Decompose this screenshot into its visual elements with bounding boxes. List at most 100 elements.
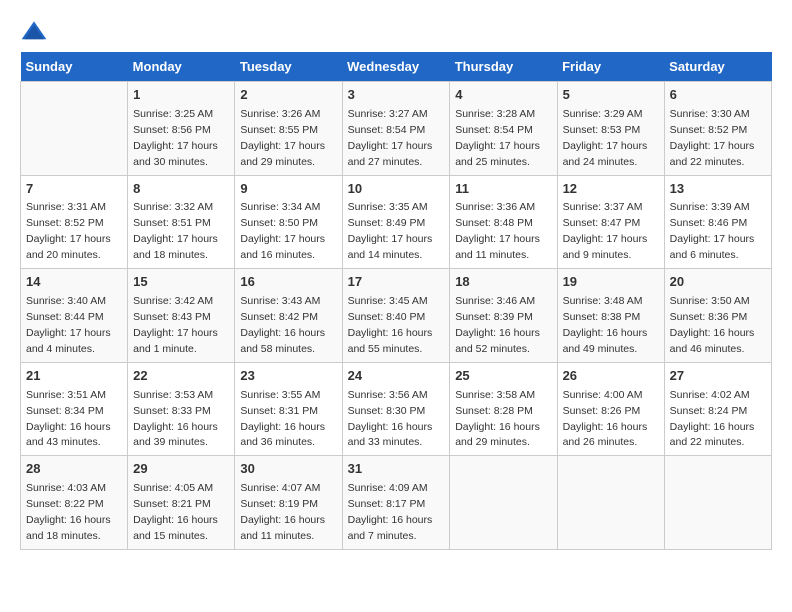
day-info: Sunrise: 3:30 AM Sunset: 8:52 PM Dayligh… [670, 108, 755, 168]
calendar-cell: 28 Sunrise: 4:03 AM Sunset: 8:22 PM Dayli… [21, 456, 128, 550]
header-sunday: Sunday [21, 52, 128, 82]
day-number: 21 [26, 367, 122, 386]
day-info: Sunrise: 3:50 AM Sunset: 8:36 PM Dayligh… [670, 295, 755, 355]
calendar-cell: 31 Sunrise: 4:09 AM Sunset: 8:17 PM Dayli… [342, 456, 450, 550]
day-info: Sunrise: 3:25 AM Sunset: 8:56 PM Dayligh… [133, 108, 218, 168]
day-number: 12 [563, 180, 659, 199]
day-number: 26 [563, 367, 659, 386]
day-info: Sunrise: 3:46 AM Sunset: 8:39 PM Dayligh… [455, 295, 540, 355]
day-info: Sunrise: 3:55 AM Sunset: 8:31 PM Dayligh… [240, 389, 325, 449]
calendar-cell: 21Sunrise: 3:51 AM Sunset: 8:34 PM Dayli… [21, 362, 128, 456]
calendar-cell: 10 Sunrise: 3:35 AM Sunset: 8:49 PM Dayli… [342, 175, 450, 269]
calendar-cell: 16 Sunrise: 3:43 AM Sunset: 8:42 PM Dayli… [235, 269, 342, 363]
header-tuesday: Tuesday [235, 52, 342, 82]
calendar-cell: 11 Sunrise: 3:36 AM Sunset: 8:48 PM Dayli… [450, 175, 557, 269]
day-number: 30 [240, 460, 336, 479]
day-number: 9 [240, 180, 336, 199]
day-number: 13 [670, 180, 766, 199]
calendar-cell: 6 Sunrise: 3:30 AM Sunset: 8:52 PM Daylig… [664, 82, 771, 176]
day-info: Sunrise: 3:39 AM Sunset: 8:46 PM Dayligh… [670, 201, 755, 261]
day-number: 5 [563, 86, 659, 105]
day-info: Sunrise: 3:40 AM Sunset: 8:44 PM Dayligh… [26, 295, 111, 355]
calendar-cell: 3Sunrise: 3:27 AM Sunset: 8:54 PM Daylig… [342, 82, 450, 176]
calendar-header-row: SundayMondayTuesdayWednesdayThursdayFrid… [21, 52, 772, 82]
calendar-cell: 29 Sunrise: 4:05 AM Sunset: 8:21 PM Dayli… [128, 456, 235, 550]
day-number: 31 [348, 460, 445, 479]
calendar-cell: 25 Sunrise: 3:58 AM Sunset: 8:28 PM Dayli… [450, 362, 557, 456]
day-number: 17 [348, 273, 445, 292]
calendar-cell: 7 Sunrise: 3:31 AM Sunset: 8:52 PM Daylig… [21, 175, 128, 269]
day-info: Sunrise: 4:00 AM Sunset: 8:26 PM Dayligh… [563, 389, 648, 449]
day-info: Sunrise: 3:43 AM Sunset: 8:42 PM Dayligh… [240, 295, 325, 355]
calendar-cell: 14 Sunrise: 3:40 AM Sunset: 8:44 PM Dayli… [21, 269, 128, 363]
day-number: 28 [26, 460, 122, 479]
calendar-cell: 8 Sunrise: 3:32 AM Sunset: 8:51 PM Daylig… [128, 175, 235, 269]
day-number: 11 [455, 180, 551, 199]
header-thursday: Thursday [450, 52, 557, 82]
day-info: Sunrise: 3:35 AM Sunset: 8:49 PM Dayligh… [348, 201, 433, 261]
day-number: 20 [670, 273, 766, 292]
day-number: 25 [455, 367, 551, 386]
week-row-2: 7 Sunrise: 3:31 AM Sunset: 8:52 PM Daylig… [21, 175, 772, 269]
calendar-cell: 30 Sunrise: 4:07 AM Sunset: 8:19 PM Dayli… [235, 456, 342, 550]
header-wednesday: Wednesday [342, 52, 450, 82]
calendar-cell: 20 Sunrise: 3:50 AM Sunset: 8:36 PM Dayli… [664, 269, 771, 363]
calendar-cell: 19 Sunrise: 3:48 AM Sunset: 8:38 PM Dayli… [557, 269, 664, 363]
day-number: 7 [26, 180, 122, 199]
day-info: Sunrise: 3:32 AM Sunset: 8:51 PM Dayligh… [133, 201, 218, 261]
day-number: 15 [133, 273, 229, 292]
week-row-3: 14 Sunrise: 3:40 AM Sunset: 8:44 PM Dayli… [21, 269, 772, 363]
header-friday: Friday [557, 52, 664, 82]
calendar-cell: 15 Sunrise: 3:42 AM Sunset: 8:43 PM Dayli… [128, 269, 235, 363]
day-info: Sunrise: 3:37 AM Sunset: 8:47 PM Dayligh… [563, 201, 648, 261]
calendar-cell: 12 Sunrise: 3:37 AM Sunset: 8:47 PM Dayli… [557, 175, 664, 269]
calendar-cell: 23 Sunrise: 3:55 AM Sunset: 8:31 PM Dayli… [235, 362, 342, 456]
day-info: Sunrise: 4:09 AM Sunset: 8:17 PM Dayligh… [348, 482, 433, 542]
calendar-cell [664, 456, 771, 550]
day-info: Sunrise: 4:07 AM Sunset: 8:19 PM Dayligh… [240, 482, 325, 542]
calendar-cell: 17 Sunrise: 3:45 AM Sunset: 8:40 PM Dayli… [342, 269, 450, 363]
day-number: 22 [133, 367, 229, 386]
week-row-5: 28 Sunrise: 4:03 AM Sunset: 8:22 PM Dayli… [21, 456, 772, 550]
calendar-cell: 13 Sunrise: 3:39 AM Sunset: 8:46 PM Dayli… [664, 175, 771, 269]
day-info: Sunrise: 3:29 AM Sunset: 8:53 PM Dayligh… [563, 108, 648, 168]
day-number: 24 [348, 367, 445, 386]
calendar-cell: 2Sunrise: 3:26 AM Sunset: 8:55 PM Daylig… [235, 82, 342, 176]
calendar-cell [450, 456, 557, 550]
day-number: 4 [455, 86, 551, 105]
day-number: 1 [133, 86, 229, 105]
header-monday: Monday [128, 52, 235, 82]
day-info: Sunrise: 3:28 AM Sunset: 8:54 PM Dayligh… [455, 108, 540, 168]
calendar-cell: 9Sunrise: 3:34 AM Sunset: 8:50 PM Daylig… [235, 175, 342, 269]
day-info: Sunrise: 3:31 AM Sunset: 8:52 PM Dayligh… [26, 201, 111, 261]
day-info: Sunrise: 3:45 AM Sunset: 8:40 PM Dayligh… [348, 295, 433, 355]
week-row-1: 1 Sunrise: 3:25 AM Sunset: 8:56 PM Daylig… [21, 82, 772, 176]
day-info: Sunrise: 3:27 AM Sunset: 8:54 PM Dayligh… [348, 108, 433, 168]
day-number: 16 [240, 273, 336, 292]
day-number: 10 [348, 180, 445, 199]
calendar-cell: 27Sunrise: 4:02 AM Sunset: 8:24 PM Dayli… [664, 362, 771, 456]
day-number: 6 [670, 86, 766, 105]
logo [20, 20, 52, 42]
calendar-cell: 24 Sunrise: 3:56 AM Sunset: 8:30 PM Dayli… [342, 362, 450, 456]
day-number: 19 [563, 273, 659, 292]
day-number: 29 [133, 460, 229, 479]
day-number: 23 [240, 367, 336, 386]
day-info: Sunrise: 4:05 AM Sunset: 8:21 PM Dayligh… [133, 482, 218, 542]
day-info: Sunrise: 3:58 AM Sunset: 8:28 PM Dayligh… [455, 389, 540, 449]
calendar-table: SundayMondayTuesdayWednesdayThursdayFrid… [20, 52, 772, 550]
week-row-4: 21Sunrise: 3:51 AM Sunset: 8:34 PM Dayli… [21, 362, 772, 456]
page-header [20, 20, 772, 42]
day-number: 8 [133, 180, 229, 199]
day-info: Sunrise: 3:53 AM Sunset: 8:33 PM Dayligh… [133, 389, 218, 449]
day-number: 14 [26, 273, 122, 292]
calendar-cell: 4 Sunrise: 3:28 AM Sunset: 8:54 PM Daylig… [450, 82, 557, 176]
day-info: Sunrise: 4:03 AM Sunset: 8:22 PM Dayligh… [26, 482, 111, 542]
day-info: Sunrise: 3:56 AM Sunset: 8:30 PM Dayligh… [348, 389, 433, 449]
calendar-cell: 26 Sunrise: 4:00 AM Sunset: 8:26 PM Dayli… [557, 362, 664, 456]
calendar-cell: 1 Sunrise: 3:25 AM Sunset: 8:56 PM Daylig… [128, 82, 235, 176]
day-info: Sunrise: 3:42 AM Sunset: 8:43 PM Dayligh… [133, 295, 218, 355]
day-info: Sunrise: 3:36 AM Sunset: 8:48 PM Dayligh… [455, 201, 540, 261]
day-info: Sunrise: 3:48 AM Sunset: 8:38 PM Dayligh… [563, 295, 648, 355]
day-number: 2 [240, 86, 336, 105]
